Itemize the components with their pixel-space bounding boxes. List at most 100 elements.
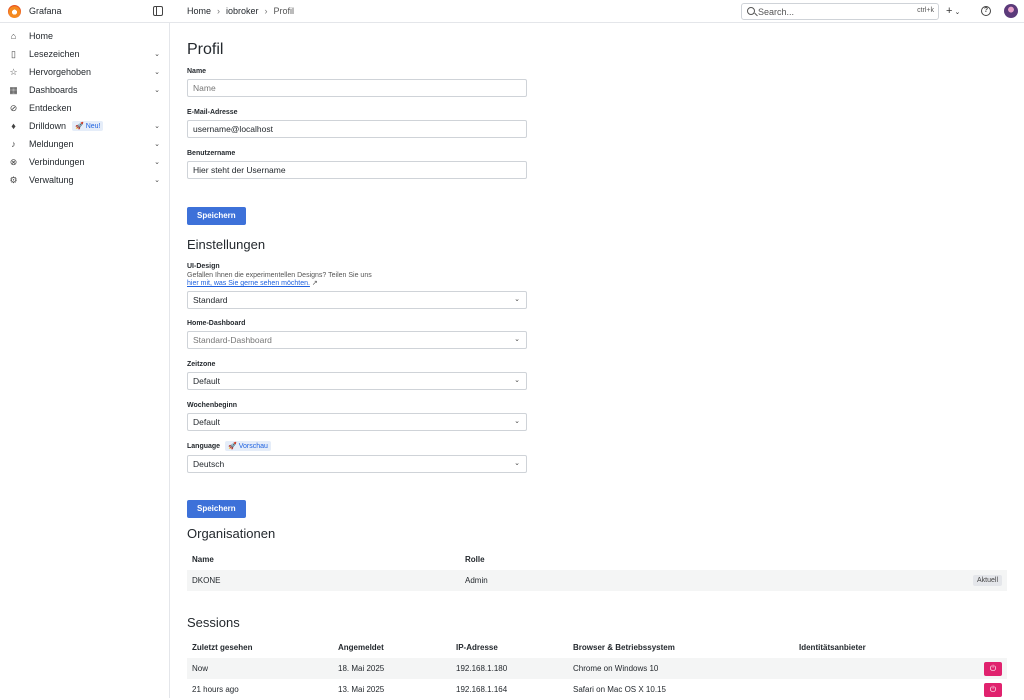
bell-icon: ♪: [11, 139, 16, 149]
chevron-down-icon[interactable]: ⌄: [154, 50, 160, 58]
sidebar-item-label: Dashboards: [29, 85, 78, 95]
brand-name: Grafana: [29, 6, 62, 16]
chevron-down-icon[interactable]: ⌄: [154, 68, 160, 76]
breadcrumb-home[interactable]: Home: [187, 6, 211, 16]
chevron-down-icon: ⌄: [514, 418, 520, 425]
email-label: E-Mail-Adresse: [187, 109, 238, 116]
session-provider: [794, 679, 967, 700]
sidebar-item-verwaltung[interactable]: ⚙ Verwaltung ⌄: [0, 171, 169, 189]
help-icon[interactable]: ?: [981, 6, 991, 16]
ui-design-select[interactable]: Standard ⌄: [187, 291, 527, 309]
bookmark-icon: ▯: [11, 49, 16, 59]
chevron-down-icon[interactable]: ⌄: [154, 176, 160, 184]
session-provider: [794, 658, 967, 679]
avatar[interactable]: [1004, 4, 1018, 18]
sidebar-item-home[interactable]: ⌂ Home: [0, 27, 169, 45]
organizations-table: Name Rolle DKONE Admin Aktuell: [187, 548, 1007, 591]
session-browser: Chrome on Windows 10: [568, 658, 794, 679]
organizations-title: Organisationen: [187, 526, 276, 541]
grafana-logo-icon[interactable]: [8, 5, 21, 18]
sessions-table: Zuletzt gesehen Angemeldet IP-Adresse Br…: [187, 636, 1007, 700]
sidebar-item-label: Verwaltung: [29, 175, 74, 185]
sidebar-item-hervorgehoben[interactable]: ☆ Hervorgehoben ⌄: [0, 63, 169, 81]
star-icon: ☆: [9, 67, 18, 77]
search-bar[interactable]: ctrl+k: [741, 3, 939, 20]
name-field[interactable]: Name: [187, 79, 527, 97]
breadcrumb: Home › iobroker › Profil: [187, 6, 294, 16]
breadcrumb-iobroker[interactable]: iobroker: [226, 6, 259, 16]
main-content: Profil Name Name E-Mail-Adresse username…: [187, 23, 1007, 700]
email-field[interactable]: username@localhost: [187, 120, 527, 138]
column-header-last-seen: Zuletzt gesehen: [192, 642, 253, 652]
sidebar-item-label: Drilldown: [29, 121, 67, 131]
dock-menu-icon[interactable]: [153, 6, 163, 16]
status-badge: Aktuell: [972, 575, 1002, 586]
search-input[interactable]: [758, 5, 898, 18]
column-header-name: Name: [192, 554, 214, 564]
column-header-ip: IP-Adresse: [456, 642, 498, 652]
sidebar-item-verbindungen[interactable]: ⊗ Verbindungen ⌄: [0, 153, 169, 171]
new-badge: 🚀 Neu!: [72, 121, 104, 131]
ui-design-description: Gefallen Ihnen die experimentellen Desig…: [187, 272, 372, 287]
sidebar-item-label: Home: [29, 31, 54, 41]
column-header-browser: Browser & Betriebssystem: [573, 642, 675, 652]
chevron-down-icon[interactable]: ⌄: [154, 140, 160, 148]
session-browser: Safari on Mac OS X 10.15: [573, 685, 666, 694]
settings-title: Einstellungen: [187, 237, 266, 252]
session-last-seen: 21 hours ago: [192, 685, 239, 694]
sidebar-item-entdecken[interactable]: ⊘ Entdecken: [0, 99, 169, 117]
language-select[interactable]: Deutsch ⌄: [187, 455, 527, 473]
table-row: Now 18. Mai 2025 192.168.1.180 Chrome on…: [187, 658, 1007, 679]
breadcrumb-separator-icon: ›: [264, 6, 268, 16]
session-logged-in: 18. Mai 2025: [333, 658, 451, 679]
feedback-link[interactable]: hier mit, was Sie gerne sehen möchten.: [187, 280, 310, 287]
week-start-select[interactable]: Default ⌄: [187, 413, 527, 431]
session-last-seen: Now: [187, 658, 333, 679]
compass-icon: ⊘: [9, 103, 18, 113]
search-shortcut: ctrl+k: [917, 7, 934, 14]
column-header-logged-in: Angemeldet: [338, 642, 384, 652]
sidebar-item-drilldown[interactable]: ♦ Drilldown 🚀 Neu! ⌄: [0, 117, 169, 135]
session-ip: 192.168.1.180: [451, 658, 568, 679]
table-header-row: Zuletzt gesehen Angemeldet IP-Adresse Br…: [187, 636, 1007, 658]
chevron-down-icon: ⌄: [514, 296, 520, 303]
chevron-down-icon: ⌄: [514, 377, 520, 384]
revoke-session-button[interactable]: ⏻: [984, 661, 1002, 676]
chevron-down-icon: ⌄: [954, 9, 961, 16]
org-role: Admin: [460, 570, 710, 591]
session-logged-in: 13. Mai 2025: [338, 685, 385, 694]
language-label-row: Language 🚀 Vorschau: [187, 441, 1007, 451]
username-field[interactable]: Hier steht der Username: [187, 161, 527, 179]
external-link-icon: ↗: [311, 280, 318, 287]
ui-design-label: UI-Design: [187, 263, 220, 270]
sessions-title: Sessions: [187, 615, 240, 630]
profile-save-button[interactable]: Speichern: [187, 207, 246, 225]
breadcrumb-profil: Profil: [273, 6, 295, 16]
session-ip: 192.168.1.164: [456, 685, 508, 694]
home-dashboard-select[interactable]: Standard-Dashboard ⌄: [187, 331, 527, 349]
timezone-select[interactable]: Default ⌄: [187, 372, 527, 390]
revoke-session-button[interactable]: ⏻: [984, 682, 1002, 697]
plus-icon: +: [946, 5, 953, 17]
sidebar-item-meldungen[interactable]: ♪ Meldungen ⌄: [0, 135, 169, 153]
chevron-down-icon[interactable]: ⌄: [154, 86, 160, 94]
settings-save-button[interactable]: Speichern: [187, 500, 246, 518]
sidebar: ⌂ Home ▯ Lesezeichen ⌄ ☆ Hervorgehoben ⌄…: [0, 23, 170, 698]
cog-icon: ⚙: [9, 175, 18, 185]
new-button[interactable]: + ⌄: [946, 5, 960, 17]
week-start-label: Wochenbeginn: [187, 402, 238, 409]
chevron-down-icon[interactable]: ⌄: [154, 122, 160, 130]
sidebar-item-label: Lesezeichen: [29, 49, 80, 59]
chevron-down-icon[interactable]: ⌄: [154, 158, 160, 166]
page-title: Profil: [187, 41, 224, 58]
home-icon: ⌂: [10, 31, 17, 41]
power-icon: ⏻: [989, 684, 997, 694]
microphone-icon: ♦: [11, 121, 16, 131]
power-icon: ⏻: [989, 663, 997, 673]
column-header-role: Rolle: [465, 554, 485, 564]
sidebar-item-dashboards[interactable]: ▦ Dashboards ⌄: [0, 81, 169, 99]
sidebar-item-label: Verbindungen: [29, 157, 85, 167]
home-dashboard-label: Home-Dashboard: [187, 320, 246, 327]
sidebar-item-lesezeichen[interactable]: ▯ Lesezeichen ⌄: [0, 45, 169, 63]
table-header-row: Name Rolle: [187, 548, 1007, 570]
